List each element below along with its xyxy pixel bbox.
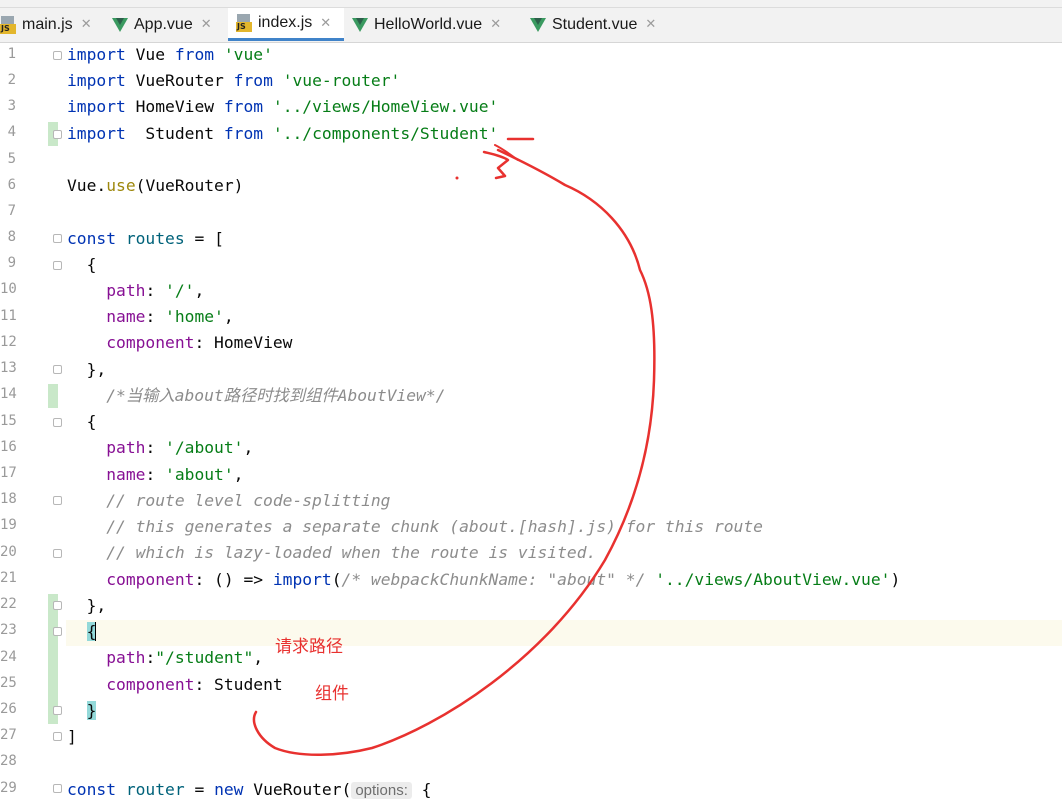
annotation-component: 组件 xyxy=(315,684,349,704)
arrow-head-annotation xyxy=(482,150,510,180)
annotation-overlay xyxy=(252,137,656,756)
arrow-curve-annotation xyxy=(252,148,656,756)
dot-annotation xyxy=(455,176,459,180)
annotation-request-path: 请求路径 xyxy=(275,637,343,657)
